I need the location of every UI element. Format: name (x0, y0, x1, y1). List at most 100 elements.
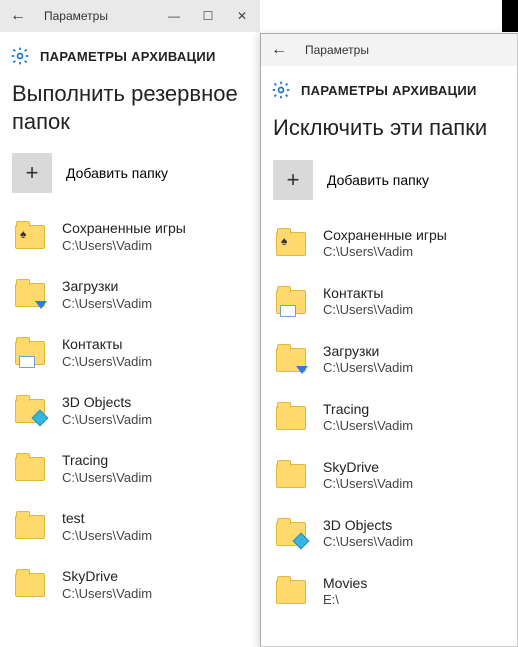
back-icon[interactable]: ← (265, 41, 293, 59)
section-title: ПАРАМЕТРЫ АРХИВАЦИИ (40, 49, 216, 64)
item-name: SkyDrive (62, 568, 152, 586)
item-path: C:\Users\Vadim (62, 238, 186, 254)
folder-icon (273, 342, 309, 378)
list-item[interactable]: SkyDriveC:\Users\Vadim (265, 450, 513, 508)
plus-icon: + (26, 160, 39, 186)
item-name: 3D Objects (323, 517, 413, 535)
back-icon[interactable]: ← (4, 7, 32, 25)
titlebar[interactable]: ← Параметры (261, 34, 517, 66)
window-title: Параметры (293, 43, 513, 57)
folder-icon (273, 284, 309, 320)
item-name: SkyDrive (323, 459, 413, 477)
item-name: Tracing (62, 452, 152, 470)
item-name: Загрузки (62, 278, 152, 296)
item-path: C:\Users\Vadim (323, 418, 413, 434)
list-item[interactable]: ЗагрузкиC:\Users\Vadim (4, 269, 256, 327)
list-item[interactable]: ЗагрузкиC:\Users\Vadim (265, 334, 513, 392)
item-text: ЗагрузкиC:\Users\Vadim (62, 278, 152, 312)
item-text: SkyDriveC:\Users\Vadim (62, 568, 152, 602)
settings-window-left: ← Параметры — ☐ ✕ ПАРАМЕТРЫ АРХИВАЦИИ Вы… (0, 0, 260, 647)
page-heading: Выполнить резервное папок (0, 74, 260, 149)
section-header: ПАРАМЕТРЫ АРХИВАЦИИ (0, 32, 260, 74)
item-path: C:\Users\Vadim (323, 476, 413, 492)
item-name: test (62, 510, 152, 528)
list-item[interactable]: Сохраненные игрыC:\Users\Vadim (265, 218, 513, 276)
item-path: C:\Users\Vadim (323, 302, 413, 318)
item-name: Tracing (323, 401, 413, 419)
active-indicator (502, 0, 518, 32)
item-path: C:\Users\Vadim (323, 534, 413, 550)
folder-icon (12, 451, 48, 487)
add-button[interactable]: + (12, 153, 52, 193)
folder-icon (273, 226, 309, 262)
section-title: ПАРАМЕТРЫ АРХИВАЦИИ (301, 83, 477, 98)
add-button[interactable]: + (273, 160, 313, 200)
plus-icon: + (287, 167, 300, 193)
item-text: Сохраненные игрыC:\Users\Vadim (323, 227, 447, 261)
titlebar[interactable]: ← Параметры — ☐ ✕ (0, 0, 260, 32)
item-path: C:\Users\Vadim (62, 470, 152, 486)
item-path: C:\Users\Vadim (62, 412, 152, 428)
item-text: 3D ObjectsC:\Users\Vadim (62, 394, 152, 428)
item-path: C:\Users\Vadim (323, 244, 447, 260)
item-name: Контакты (62, 336, 152, 354)
folder-icon (12, 393, 48, 429)
folder-icon (12, 219, 48, 255)
list-item[interactable]: КонтактыC:\Users\Vadim (4, 327, 256, 385)
settings-window-right: ← Параметры ПАРАМЕТРЫ АРХИВАЦИИ Исключит… (260, 33, 518, 647)
add-label: Добавить папку (66, 165, 168, 181)
folder-icon (273, 516, 309, 552)
folder-icon (273, 574, 309, 610)
item-path: C:\Users\Vadim (62, 354, 152, 370)
folder-icon (273, 458, 309, 494)
item-path: C:\Users\Vadim (62, 528, 152, 544)
gear-icon (10, 46, 30, 66)
list-item[interactable]: TracingC:\Users\Vadim (4, 443, 256, 501)
list-item[interactable]: SkyDriveC:\Users\Vadim (4, 559, 256, 617)
item-text: 3D ObjectsC:\Users\Vadim (323, 517, 413, 551)
folder-icon (12, 567, 48, 603)
item-text: TracingC:\Users\Vadim (62, 452, 152, 486)
list-item[interactable]: testC:\Users\Vadim (4, 501, 256, 559)
item-name: Загрузки (323, 343, 413, 361)
item-text: TracingC:\Users\Vadim (323, 401, 413, 435)
window-controls: — ☐ ✕ (166, 9, 256, 23)
item-name: Контакты (323, 285, 413, 303)
item-name: Movies (323, 575, 367, 593)
gear-icon (271, 80, 291, 100)
add-folder-row[interactable]: + Добавить папку (0, 149, 260, 211)
item-text: КонтактыC:\Users\Vadim (323, 285, 413, 319)
list-item[interactable]: 3D ObjectsC:\Users\Vadim (265, 508, 513, 566)
item-path: C:\Users\Vadim (62, 296, 152, 312)
item-name: Сохраненные игры (62, 220, 186, 238)
item-path: E:\ (323, 592, 367, 608)
close-button[interactable]: ✕ (234, 9, 250, 23)
list-item[interactable]: Сохраненные игрыC:\Users\Vadim (4, 211, 256, 269)
item-text: testC:\Users\Vadim (62, 510, 152, 544)
item-path: C:\Users\Vadim (62, 586, 152, 602)
folder-icon (12, 277, 48, 313)
window-title: Параметры (32, 9, 166, 23)
section-header: ПАРАМЕТРЫ АРХИВАЦИИ (261, 66, 517, 108)
item-text: MoviesE:\ (323, 575, 367, 609)
item-name: Сохраненные игры (323, 227, 447, 245)
maximize-button[interactable]: ☐ (200, 9, 216, 23)
folder-icon (12, 509, 48, 545)
folder-icon (12, 335, 48, 371)
item-path: C:\Users\Vadim (323, 360, 413, 376)
folder-list: Сохраненные игрыC:\Users\VadimКонтактыC:… (261, 218, 517, 624)
folder-list: Сохраненные игрыC:\Users\VadimЗагрузкиC:… (0, 211, 260, 617)
item-name: 3D Objects (62, 394, 152, 412)
item-text: ЗагрузкиC:\Users\Vadim (323, 343, 413, 377)
item-text: КонтактыC:\Users\Vadim (62, 336, 152, 370)
item-text: Сохраненные игрыC:\Users\Vadim (62, 220, 186, 254)
list-item[interactable]: 3D ObjectsC:\Users\Vadim (4, 385, 256, 443)
folder-icon (273, 400, 309, 436)
list-item[interactable]: TracingC:\Users\Vadim (265, 392, 513, 450)
minimize-button[interactable]: — (166, 9, 182, 23)
list-item[interactable]: КонтактыC:\Users\Vadim (265, 276, 513, 334)
list-item[interactable]: MoviesE:\ (265, 566, 513, 624)
add-label: Добавить папку (327, 172, 429, 188)
add-folder-row[interactable]: + Добавить папку (261, 156, 517, 218)
item-text: SkyDriveC:\Users\Vadim (323, 459, 413, 493)
